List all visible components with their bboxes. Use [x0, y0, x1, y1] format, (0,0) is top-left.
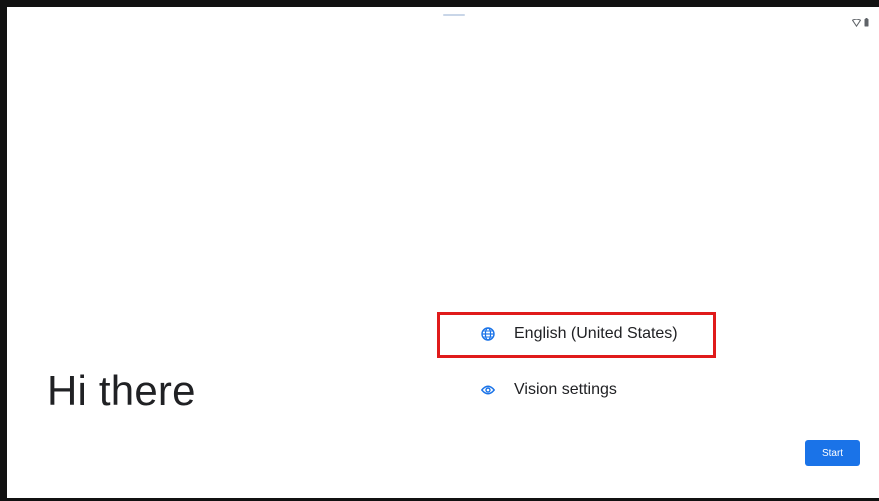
start-button[interactable]: Start: [805, 440, 860, 466]
battery-icon: [864, 18, 869, 27]
setup-screen: Hi there English (United States) Vision …: [0, 0, 879, 501]
vision-settings-label: Vision settings: [514, 381, 617, 398]
top-handle: [443, 14, 465, 16]
language-label: English (United States): [514, 325, 678, 342]
wifi-icon: [852, 18, 861, 27]
status-bar: [852, 18, 869, 27]
language-selector[interactable]: English (United States): [438, 312, 714, 356]
vision-settings-button[interactable]: Vision settings: [438, 368, 714, 412]
welcome-title: Hi there: [47, 367, 196, 414]
eye-icon: [480, 382, 496, 398]
globe-icon: [480, 326, 496, 342]
